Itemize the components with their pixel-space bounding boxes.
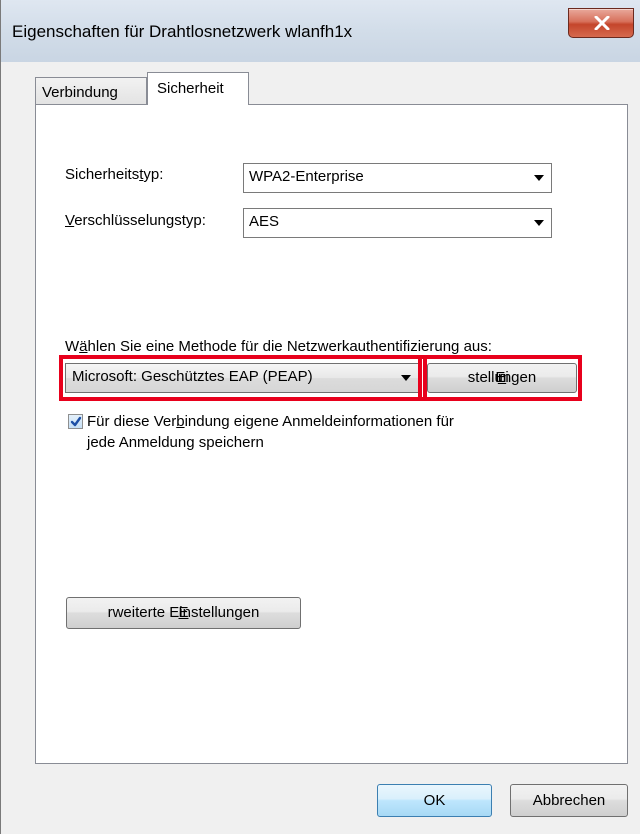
auth-method-value: Microsoft: Geschütztes EAP (PEAP) — [72, 368, 313, 385]
properties-dialog: Eigenschaften für Drahtlosnetzwerk wlanf… — [0, 0, 640, 834]
auth-settings-button[interactable]: Ei n stellungen — [427, 363, 577, 393]
ok-button[interactable]: OK — [377, 784, 492, 817]
security-type-value: WPA2-Enterprise — [249, 168, 364, 185]
chevron-down-icon — [401, 375, 411, 381]
advanced-settings-button[interactable]: Erweiterte Einstellungen — [66, 597, 301, 629]
tab-label: Verbindung — [42, 84, 118, 101]
remember-credentials-checkbox[interactable] — [68, 414, 83, 429]
remember-credentials-label-line2: jede Anmeldung speichern — [87, 434, 264, 451]
security-type-select[interactable]: WPA2-Enterprise — [243, 163, 552, 193]
tab-label: Sicherheit — [157, 80, 224, 97]
security-type-label: Sicherheitstyp: — [65, 166, 164, 183]
chevron-down-icon — [534, 220, 544, 226]
title-bar[interactable]: Eigenschaften für Drahtlosnetzwerk wlanf… — [1, 0, 640, 62]
tab-sicherheit[interactable]: Sicherheit — [147, 72, 249, 105]
close-icon — [594, 16, 610, 30]
encryption-type-value: AES — [249, 213, 280, 230]
auth-method-prompt: Wählen Sie eine Methode für die Netzwerk… — [65, 338, 492, 355]
window-title: Eigenschaften für Drahtlosnetzwerk wlanf… — [12, 22, 353, 41]
encryption-type-label: Verschlüsselungstyp: — [65, 212, 206, 229]
button-label: Abbrechen — [532, 792, 606, 809]
chevron-down-icon — [534, 175, 544, 181]
checkmark-icon — [70, 416, 82, 427]
button-label: OK — [423, 792, 446, 809]
auth-method-select[interactable]: Microsoft: Geschütztes EAP (PEAP) — [65, 363, 422, 393]
encryption-type-select[interactable]: AES — [243, 208, 552, 238]
remember-credentials-label-line1: Für diese Verbindung eigene Anmeldeinfor… — [87, 413, 454, 430]
tab-verbindung[interactable]: Verbindung — [35, 77, 147, 104]
cancel-button[interactable]: Abbrechen — [510, 784, 628, 817]
close-button[interactable] — [568, 8, 634, 38]
